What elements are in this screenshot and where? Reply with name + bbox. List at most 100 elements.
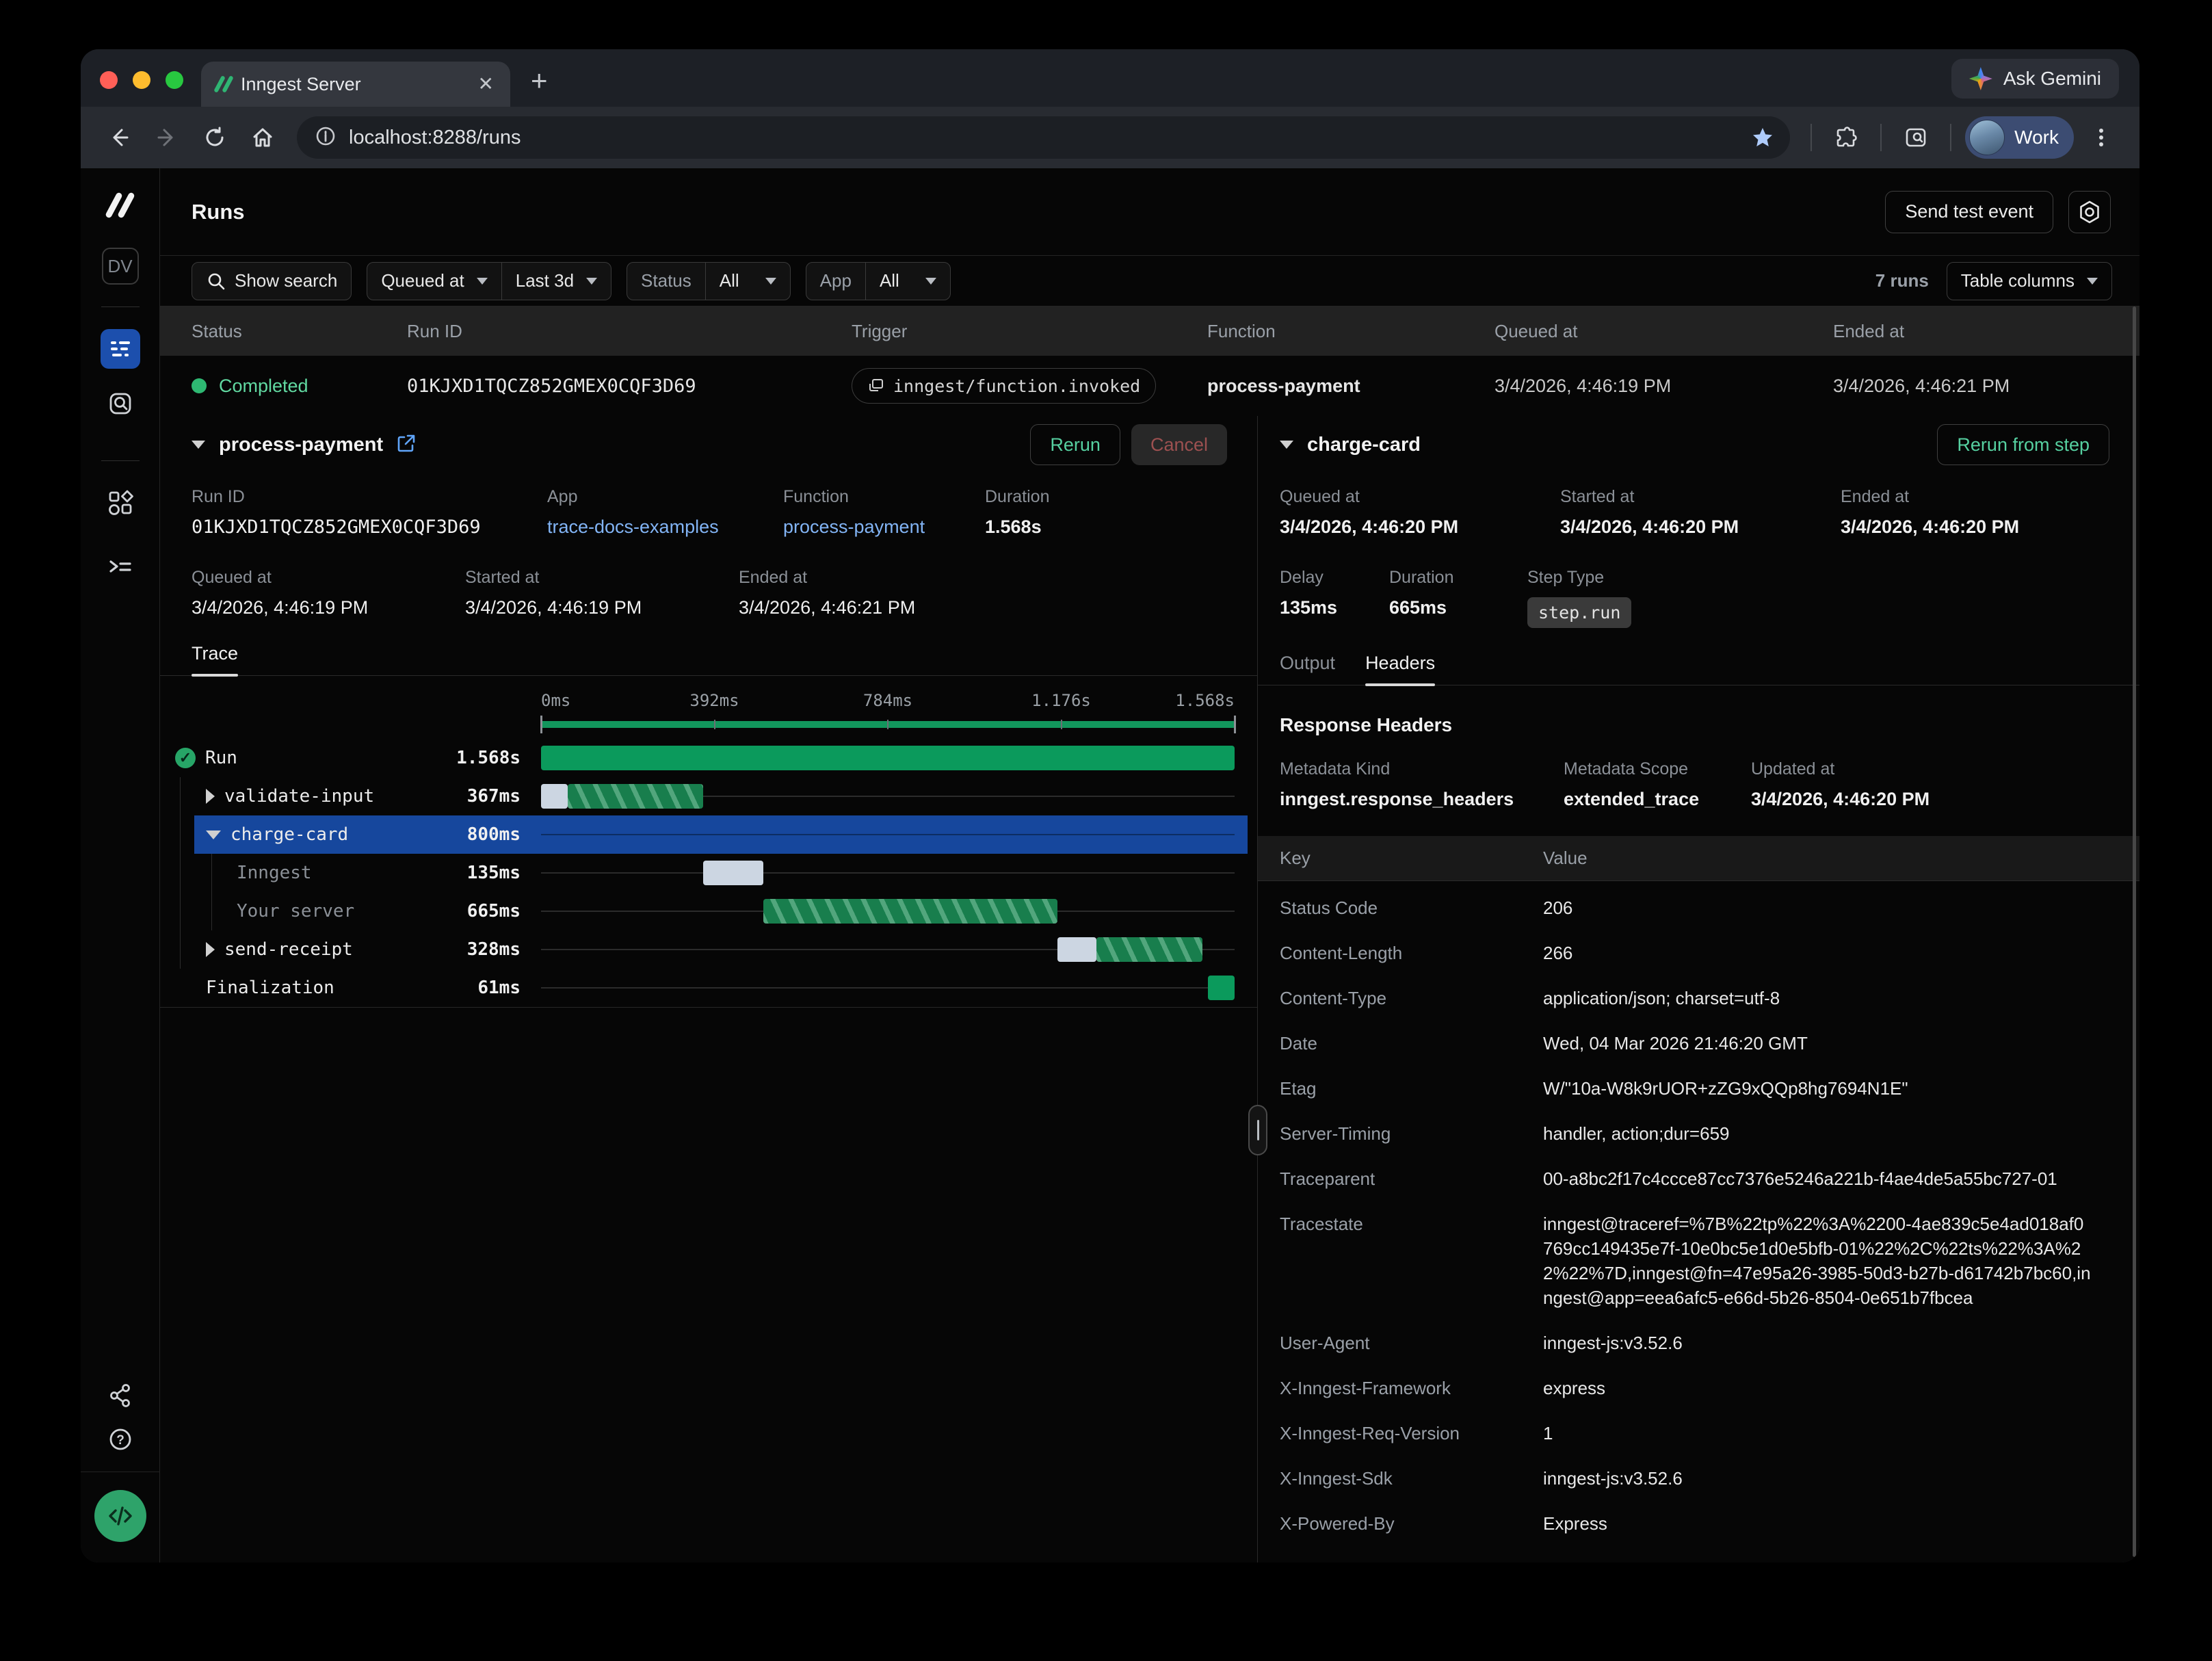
time-filter: Queued at Last 3d [367,262,611,300]
header-value: application/json; charset=utf-8 [1543,986,2118,1010]
show-search-button[interactable]: Show search [192,262,352,300]
dev-server-code-button[interactable] [94,1490,146,1542]
tab-trace[interactable]: Trace [192,643,238,675]
key-column-header: Key [1280,848,1543,869]
header-row-status-code: Status Code206 [1280,885,2118,930]
sidebar-item-dev-tools[interactable] [101,547,140,587]
collapse-run-chevron-icon[interactable] [192,441,205,449]
search-sidebar-icon[interactable] [1895,117,1936,158]
status-filter-dropdown[interactable]: All [706,263,790,300]
app-filter-dropdown[interactable]: All [866,263,950,300]
trace-row-inngest[interactable]: Inngest135ms [160,854,1257,892]
collapse-step-chevron-icon[interactable] [1280,441,1293,449]
header-value: inngest-js:v3.52.6 [1543,1466,2118,1491]
header-row-tracestate: Tracestateinngest@traceref=%7B%22tp%22%3… [1280,1201,2118,1320]
header-row-content-type: Content-Typeapplication/json; charset=ut… [1280,976,2118,1021]
runs-count: 7 runs [1875,270,1929,291]
run-id-cell: 01KJXD1TQCZ852GMEX0CQF3D69 [407,376,852,397]
app-filter-label: App [806,263,865,300]
trace-step-duration: 665ms [403,901,521,921]
header-value: 00-a8bc2f17c4ccce87cc7376e5246a221b-f4ae… [1543,1166,2118,1191]
axis-tick-label: 1.568s [1175,691,1235,710]
url-bar[interactable]: localhost:8288/runs [297,116,1790,159]
header-key: X-Powered-By [1280,1511,1543,1536]
page-title: Runs [192,200,245,224]
window-controls [81,71,201,107]
reload-icon[interactable] [194,117,235,158]
browser-profile-button[interactable]: Work [1965,116,2074,159]
browser-tab-inngest-server[interactable]: Inngest Server ✕ [201,62,510,107]
chevron-down-icon[interactable] [206,830,221,839]
header-row-user-agent: User-Agentinngest-js:v3.52.6 [1280,1320,2118,1365]
minimap-tick [887,720,888,729]
settings-button[interactable] [2068,191,2111,233]
step-started-at-value: 3/4/2026, 4:46:20 PM [1560,516,1841,538]
home-icon[interactable] [242,117,283,158]
sidebar-item-events[interactable] [101,384,140,423]
trigger-event-pill[interactable]: inngest/function.invoked [852,368,1156,404]
tab-headers[interactable]: Headers [1365,653,1435,685]
help-icon[interactable]: ? [101,1420,140,1459]
column-header-function: Function [1207,321,1495,342]
metadata-scope-label: Metadata Scope [1564,759,1751,779]
header-key: Status Code [1280,895,1543,920]
share-icon[interactable] [101,1376,140,1415]
ask-gemini-button[interactable]: Ask Gemini [1951,59,2119,99]
trace-row-run[interactable]: ✓Run1.568s [160,739,1257,777]
tab-output[interactable]: Output [1280,653,1335,685]
forward-icon[interactable] [146,117,187,158]
new-tab-button[interactable]: + [531,64,548,107]
send-test-event-button[interactable]: Send test event [1885,191,2053,233]
trace-row-finalization[interactable]: Finalization61ms [160,969,1257,1007]
site-info-icon[interactable] [315,125,337,151]
trace-waterfall: 0ms392ms784ms1.176s1.568s ✓Run1.568svali… [160,676,1257,1008]
extensions-icon[interactable] [1826,117,1867,158]
run-ended-at-cell: 3/4/2026, 4:46:21 PM [1833,376,2139,397]
maximize-window-button[interactable] [166,71,183,89]
header-row-x-inngest-sdk: X-Inngest-Sdkinngest-js:v3.52.6 [1280,1456,2118,1501]
time-field-dropdown[interactable]: Queued at [367,263,501,300]
vertical-scrollbar[interactable] [2133,306,2136,1557]
trace-row-validate-input[interactable]: validate-input367ms [160,777,1257,815]
env-badge[interactable]: DV [102,248,139,285]
rerun-from-step-button[interactable]: Rerun from step [1937,424,2109,465]
function-link[interactable]: process-payment [783,516,985,538]
browser-menu-icon[interactable] [2081,117,2122,158]
minimap-tick [714,720,715,729]
trace-row-charge-card[interactable]: charge-card800ms [160,815,1257,854]
delay-label: Delay [1280,568,1389,588]
trace-row-your-server[interactable]: Your server665ms [160,892,1257,930]
trace-step-timeline [541,937,1235,962]
axis-tick-label: 0ms [541,691,570,710]
header-row-content-length: Content-Length266 [1280,930,2118,976]
minimize-window-button[interactable] [133,71,150,89]
header-row-date: DateWed, 04 Mar 2026 21:46:20 GMT [1280,1021,2118,1066]
time-range-dropdown[interactable]: Last 3d [502,263,611,300]
sidebar-item-runs[interactable] [101,329,140,369]
minimap-tick [1061,720,1062,729]
cancel-button[interactable]: Cancel [1131,424,1227,465]
run-queued-at-cell: 3/4/2026, 4:46:19 PM [1495,376,1833,397]
bookmark-star-icon[interactable] [1742,117,1783,158]
close-window-button[interactable] [100,71,118,89]
rerun-button[interactable]: Rerun [1030,424,1120,465]
close-tab-icon[interactable]: ✕ [478,75,494,94]
pane-resize-handle[interactable] [1248,1105,1267,1155]
trace-rows: ✓Run1.568svalidate-input367mscharge-card… [160,739,1257,1008]
metadata-kind-value: inngest.response_headers [1280,789,1564,810]
app-link[interactable]: trace-docs-examples [547,516,783,538]
chevron-right-icon[interactable] [206,789,215,804]
response-headers-heading: Response Headers [1258,714,2139,736]
run-table-row[interactable]: Completed 01KJXD1TQCZ852GMEX0CQF3D69 inn… [160,356,2139,416]
chevron-right-icon[interactable] [206,942,215,957]
app-label: App [547,487,783,507]
table-columns-button[interactable]: Table columns [1947,262,2112,300]
back-icon[interactable] [98,117,140,158]
chevron-down-icon [586,278,597,285]
open-external-icon[interactable] [395,432,417,458]
trace-minimap[interactable] [541,714,1235,735]
tab-title: Inngest Server [241,74,467,95]
trace-step-duration: 800ms [403,824,521,845]
sidebar-item-apps[interactable] [101,483,140,523]
trace-row-send-receipt[interactable]: send-receipt328ms [160,930,1257,969]
